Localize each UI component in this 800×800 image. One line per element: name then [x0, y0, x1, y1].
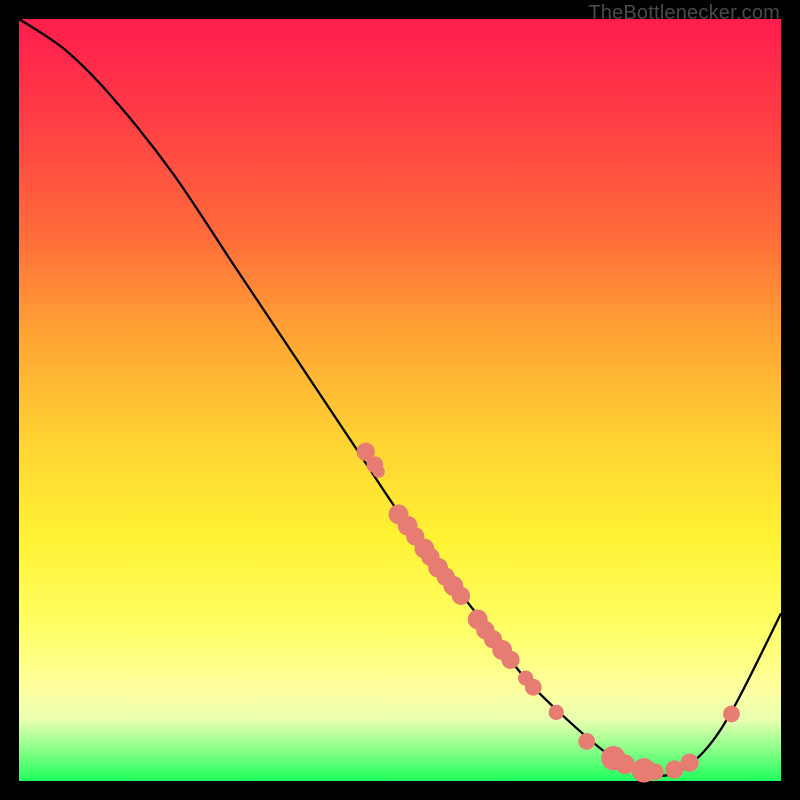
data-marker	[452, 587, 470, 605]
data-marker	[578, 733, 595, 750]
watermark-label: TheBottlenecker.com	[588, 2, 780, 25]
marker-group	[357, 443, 740, 783]
data-marker	[501, 651, 519, 669]
data-marker	[373, 466, 385, 478]
bottleneck-curve	[19, 19, 781, 776]
data-marker	[680, 754, 698, 772]
data-marker	[525, 679, 542, 696]
plot-area	[19, 19, 781, 781]
data-marker	[549, 705, 564, 720]
data-marker	[723, 706, 740, 723]
data-marker	[647, 763, 664, 780]
chart-svg	[19, 19, 781, 781]
chart-frame: TheBottlenecker.com	[0, 0, 800, 800]
